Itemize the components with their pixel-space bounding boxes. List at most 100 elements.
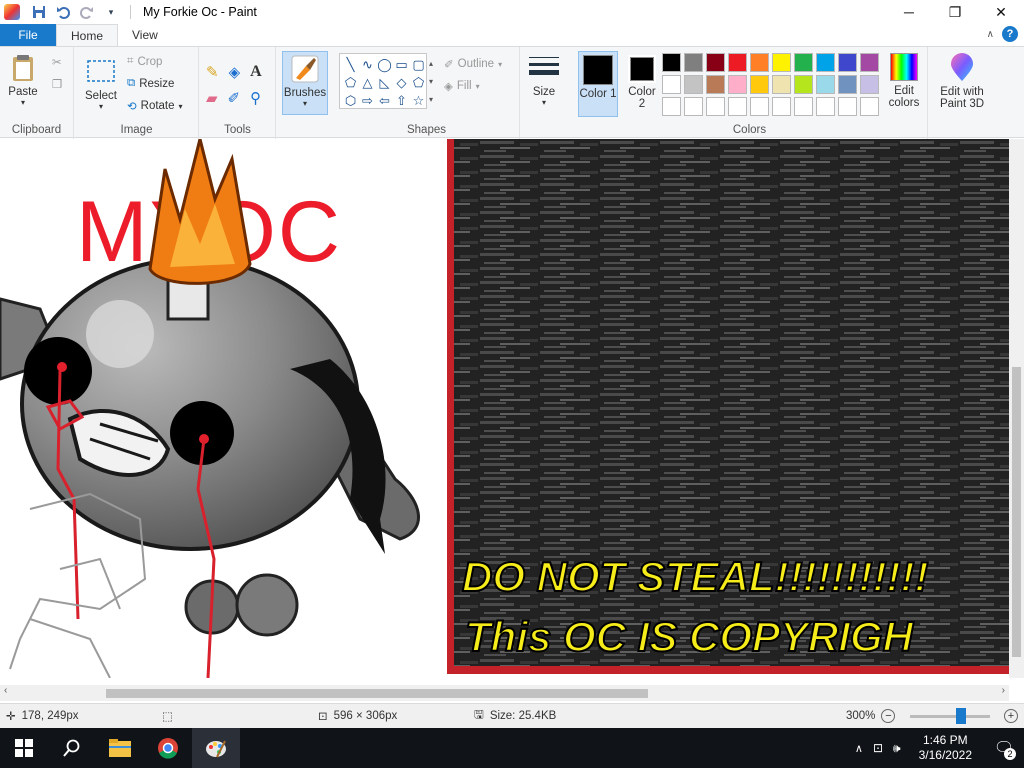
magnifier-icon[interactable]: ⚲ [250,89,261,107]
palette-swatch[interactable] [794,97,813,116]
save-icon[interactable] [30,3,48,21]
select-button[interactable]: Select ▾ [85,57,117,111]
rounded-rect-shape-icon[interactable]: ▢ [410,56,427,74]
palette-swatch[interactable] [684,75,703,94]
triangle-shape-icon[interactable]: △ [359,74,376,92]
clock[interactable]: 1:46 PM 3/16/2022 [919,733,972,763]
palette-swatch[interactable] [816,97,835,116]
paste-button[interactable]: Paste ▾ [8,53,38,107]
arrow-right-shape-icon[interactable]: ⇨ [359,92,376,110]
help-icon[interactable]: ? [1002,26,1018,42]
network-icon[interactable]: ⊡ [873,741,883,755]
shapes-scroll[interactable]: ▴ ▾ ▾ [429,55,433,109]
arrow-left-shape-icon[interactable]: ⇦ [376,92,393,110]
eraser-icon[interactable]: ▰ [206,89,218,107]
polygon-shape-icon[interactable]: ⬠ [342,74,359,92]
palette-swatch[interactable] [772,75,791,94]
palette-swatch[interactable] [684,53,703,72]
palette-swatch[interactable] [838,75,857,94]
fill-button[interactable]: ◈ Fill ▾ [444,79,480,93]
line-shape-icon[interactable]: ╲ [342,56,359,74]
edit-colors-button[interactable]: Edit colors [884,53,924,109]
fill-bucket-icon[interactable]: ◈ [229,63,241,81]
canvas-area[interactable]: DO NOT STEAL!!!!!!!!!!! This OC IS COPYR… [0,139,1009,678]
zoom-slider-thumb[interactable] [956,708,966,724]
palette-swatch[interactable] [684,97,703,116]
diamond-shape-icon[interactable]: ◇ [393,74,410,92]
vertical-scroll-thumb[interactable] [1012,367,1021,657]
paint-app-icon[interactable] [4,4,20,20]
tab-view[interactable]: View [118,24,172,46]
hexagon-shape-icon[interactable]: ⬡ [342,92,359,110]
palette-swatch[interactable] [728,97,747,116]
minimize-button[interactable]: ─ [886,0,932,24]
horizontal-scrollbar[interactable]: ‹ › [0,685,1009,701]
palette-swatch[interactable] [706,53,725,72]
undo-icon[interactable] [54,3,72,21]
palette-swatch[interactable] [706,97,725,116]
show-hidden-icons-icon[interactable]: ∧ [855,742,863,755]
oval-shape-icon[interactable]: ◯ [376,56,393,74]
palette-swatch[interactable] [794,53,813,72]
edit-paint3d-button[interactable]: Edit with Paint 3D [933,53,991,110]
tab-file[interactable]: File [0,24,56,46]
rotate-button[interactable]: ⟲ Rotate ▾ [127,99,183,113]
right-triangle-shape-icon[interactable]: ◺ [376,74,393,92]
color1-button[interactable]: Color 1 [578,51,618,117]
star-shape-icon[interactable]: ☆ [410,92,427,110]
palette-swatch[interactable] [772,97,791,116]
palette-swatch[interactable] [816,53,835,72]
start-button[interactable] [0,728,48,768]
copy-button[interactable]: ❐ [52,77,62,91]
palette-swatch[interactable] [772,53,791,72]
horizontal-scroll-thumb[interactable] [106,689,648,698]
tab-home[interactable]: Home [56,24,119,46]
cut-button[interactable]: ✂ [52,55,62,69]
zoom-out-icon[interactable]: − [881,709,896,723]
customize-qat-icon[interactable]: ▾ [102,3,120,21]
palette-swatch[interactable] [860,75,879,94]
collapse-ribbon-icon[interactable]: ∧ [987,29,994,40]
palette-swatch[interactable] [860,97,879,116]
search-button[interactable] [48,728,96,768]
curve-shape-icon[interactable]: ∿ [359,56,376,74]
pentagon-shape-icon[interactable]: ⬠ [410,74,427,92]
vertical-scrollbar[interactable] [1009,139,1024,678]
resize-button[interactable]: ⧉ Resize [127,77,174,90]
size-button[interactable]: Size ▾ [529,53,559,107]
rectangle-shape-icon[interactable]: ▭ [393,56,410,74]
text-icon[interactable]: A [250,63,262,81]
chrome-button[interactable] [144,728,192,768]
arrow-up-shape-icon[interactable]: ⇧ [393,92,410,110]
palette-swatch[interactable] [816,75,835,94]
close-button[interactable]: ✕ [978,0,1024,24]
scroll-right-icon[interactable]: › [1002,685,1005,696]
drawing-canvas[interactable]: DO NOT STEAL!!!!!!!!!!! This OC IS COPYR… [0,139,1009,678]
palette-swatch[interactable] [662,97,681,116]
palette-swatch[interactable] [860,53,879,72]
zoom-slider-track[interactable] [910,715,990,718]
volume-icon[interactable]: 🕪 [893,741,901,756]
color2-button[interactable]: Color 2 [624,55,660,110]
palette-swatch[interactable] [728,75,747,94]
palette-swatch[interactable] [838,53,857,72]
palette-swatch[interactable] [750,97,769,116]
paint-taskbar-button[interactable] [192,728,240,768]
maximize-button[interactable]: ❐ [932,0,978,24]
action-center-button[interactable]: 🗨 2 [984,728,1024,768]
crop-button[interactable]: ⌗ Crop [127,55,162,68]
pencil-icon[interactable]: ✎ [206,63,219,81]
palette-swatch[interactable] [728,53,747,72]
brushes-button[interactable]: Brushes ▾ [282,51,328,115]
shapes-gallery[interactable]: ╲ ∿ ◯ ▭ ▢ ⬠ △ ◺ ◇ ⬠ ⬡ ⇨ ⇦ ⇧ ☆ [339,53,427,109]
file-explorer-button[interactable] [96,728,144,768]
zoom-in-icon[interactable]: + [1004,709,1018,723]
scroll-left-icon[interactable]: ‹ [4,685,7,696]
palette-swatch[interactable] [794,75,813,94]
palette-swatch[interactable] [750,53,769,72]
color-picker-icon[interactable]: ✐ [228,89,241,107]
palette-swatch[interactable] [662,75,681,94]
palette-swatch[interactable] [838,97,857,116]
palette-swatch[interactable] [706,75,725,94]
palette-swatch[interactable] [662,53,681,72]
